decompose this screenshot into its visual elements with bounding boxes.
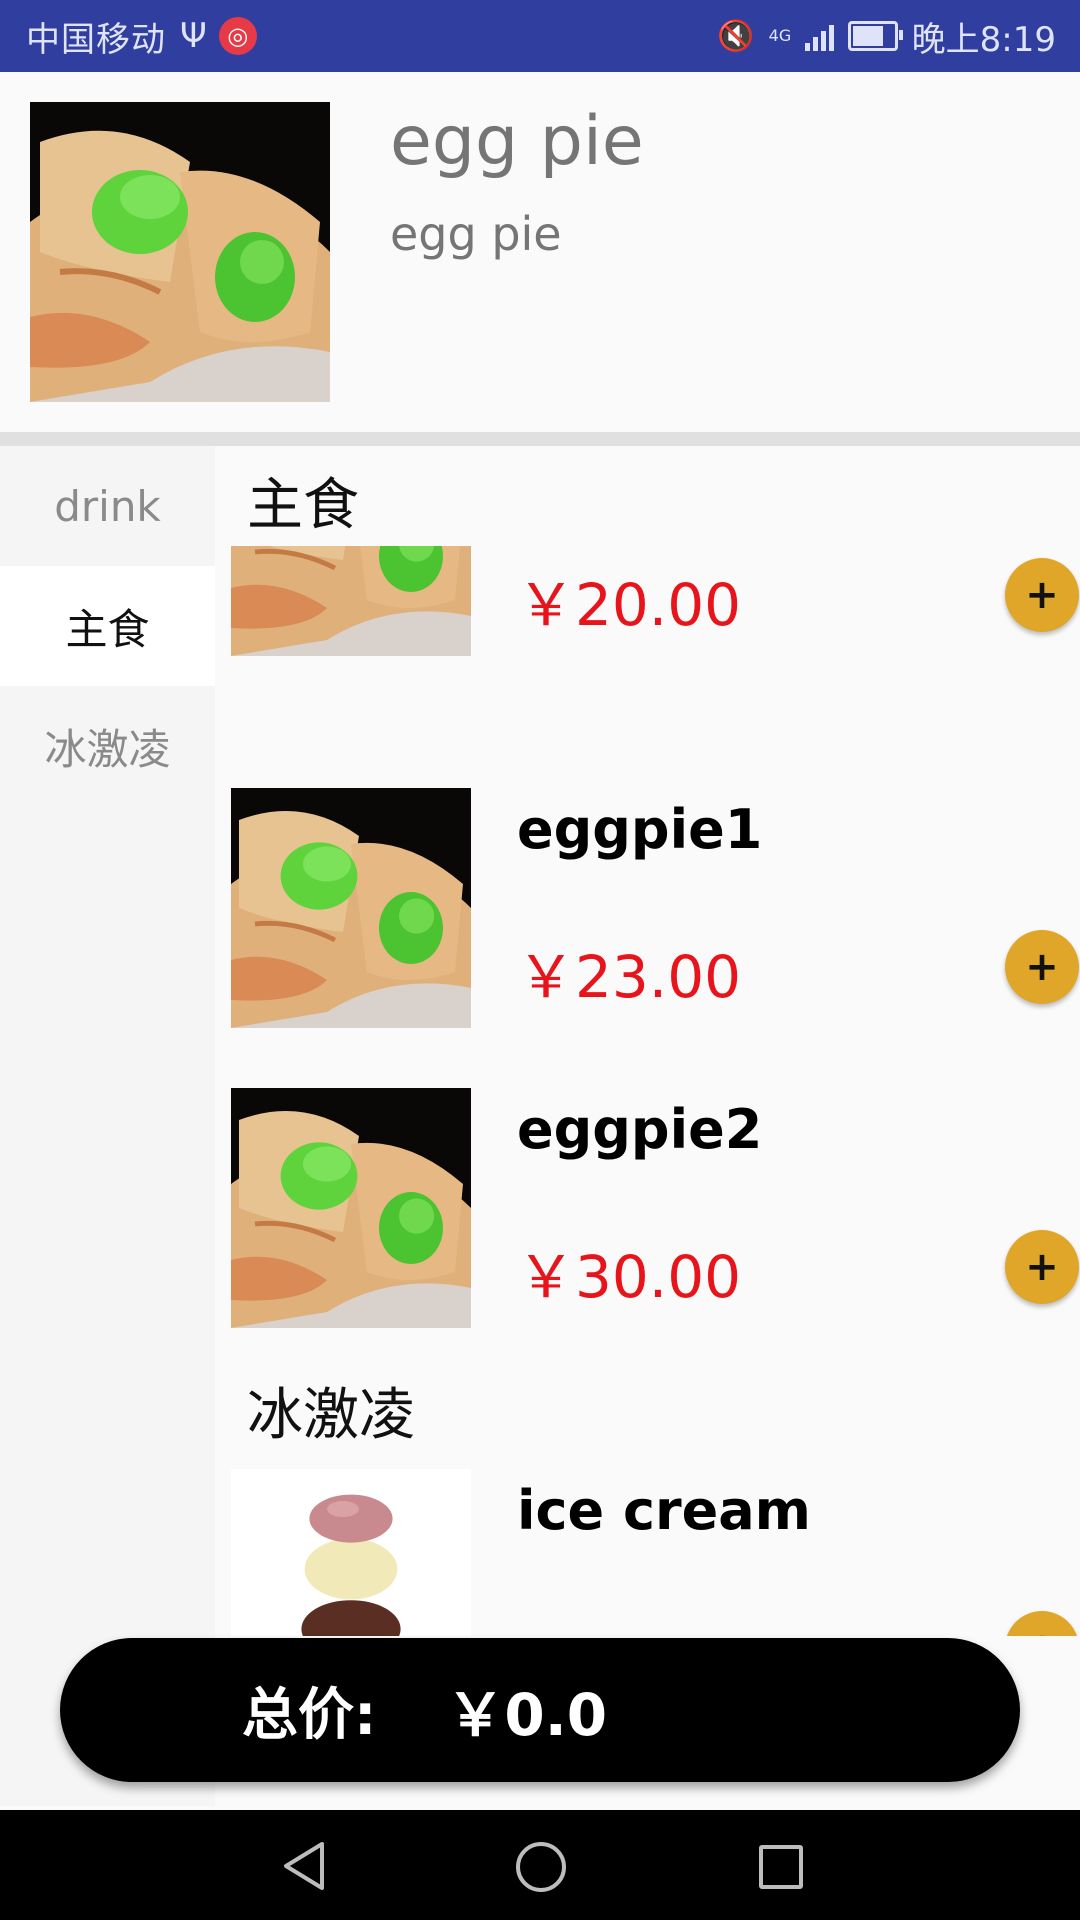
product-price: ￥20.00 bbox=[517, 571, 742, 639]
category-drink[interactable]: drink bbox=[0, 446, 215, 566]
add-to-cart-button[interactable]: + bbox=[1005, 930, 1079, 1004]
section-header: 冰激凌 bbox=[247, 1383, 415, 1448]
status-bar: 中国移动 Ψ ◎ 🔇 4G 晚上8:19 bbox=[0, 0, 1080, 72]
product-price: ￥30.00 bbox=[517, 1243, 742, 1311]
clock: 晚上8:19 bbox=[911, 19, 1056, 60]
signal-icon bbox=[804, 21, 834, 51]
total-value: ￥0.0 bbox=[446, 1681, 608, 1749]
category-main-food[interactable]: 主食 bbox=[0, 566, 215, 686]
divider bbox=[0, 432, 1080, 446]
section-header-overlay: 主食 bbox=[247, 473, 359, 538]
add-to-cart-button[interactable]: + bbox=[1005, 1611, 1079, 1636]
product-item[interactable]: eggpie2 ￥30.00 + bbox=[231, 1088, 1080, 1328]
navigation-bar bbox=[0, 1810, 1080, 1920]
back-icon[interactable] bbox=[280, 1840, 328, 1892]
home-icon[interactable] bbox=[516, 1842, 566, 1892]
mute-icon: 🔇 bbox=[717, 18, 755, 54]
product-list[interactable]: 主食 eggpie ￥20.00 + 主食 eggpie1 ￥23.00 + e… bbox=[215, 446, 1080, 1636]
product-image bbox=[231, 1088, 471, 1328]
product-image bbox=[231, 788, 471, 1028]
add-to-cart-button[interactable]: + bbox=[1005, 1230, 1079, 1304]
product-item[interactable]: ice cream + bbox=[231, 1469, 1080, 1636]
add-to-cart-button[interactable]: + bbox=[1005, 558, 1079, 632]
header: egg pie egg pie bbox=[0, 72, 1080, 432]
product-name: eggpie1 bbox=[517, 798, 763, 861]
product-item[interactable]: eggpie1 ￥23.00 + bbox=[231, 788, 1080, 1028]
egg-pie-image bbox=[30, 102, 330, 402]
product-image bbox=[231, 1469, 471, 1636]
cart-total-bar[interactable]: 总价: ￥0.0 bbox=[60, 1638, 1020, 1782]
header-title: egg pie bbox=[390, 102, 644, 181]
header-subtitle: egg pie bbox=[390, 207, 562, 261]
recent-apps-icon[interactable] bbox=[759, 1845, 803, 1889]
carrier-label: 中国移动 bbox=[26, 19, 166, 60]
category-sidebar: drink 主食 冰激凌 bbox=[0, 446, 215, 1806]
product-name: ice cream bbox=[517, 1479, 811, 1542]
netease-music-icon: ◎ bbox=[218, 17, 257, 55]
battery-icon bbox=[847, 21, 903, 51]
product-name: eggpie2 bbox=[517, 1098, 763, 1161]
total-label: 总价: bbox=[242, 1682, 377, 1748]
network-type-label: 4G bbox=[768, 26, 792, 45]
product-price: ￥23.00 bbox=[517, 943, 742, 1011]
usb-icon: Ψ bbox=[180, 16, 207, 56]
category-ice-cream[interactable]: 冰激凌 bbox=[0, 686, 215, 806]
